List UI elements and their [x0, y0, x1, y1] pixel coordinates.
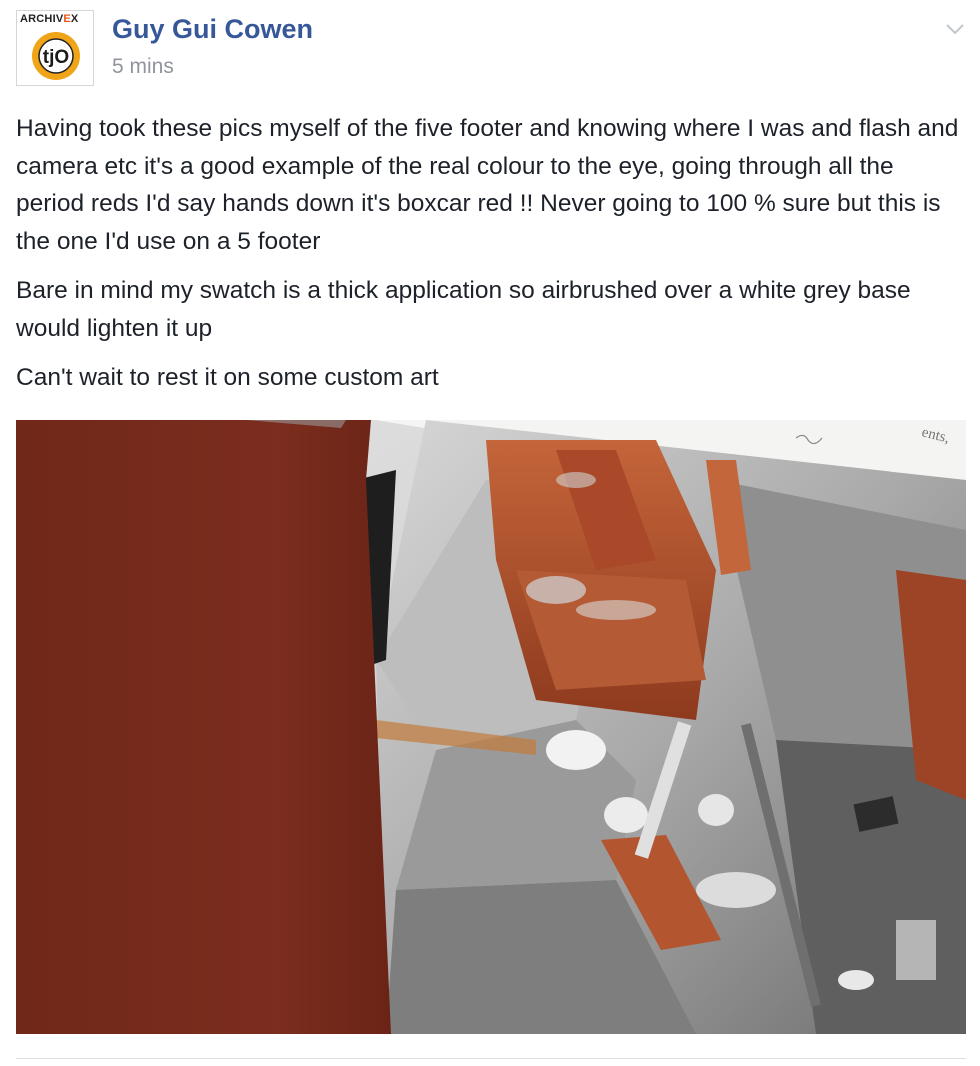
post-paragraph-3: Can't wait to rest it on some custom art: [16, 364, 439, 391]
chevron-down-icon[interactable]: [944, 18, 966, 40]
photo-illustration: ents,: [16, 420, 966, 1034]
post-paragraph-2: Bare in mind my swatch is a thick applic…: [16, 277, 911, 342]
tjo-logo-icon: tjO: [32, 32, 80, 80]
author-name[interactable]: Guy Gui Cowen: [112, 14, 313, 45]
post-body: Having took these pics myself of the fiv…: [16, 110, 966, 397]
avatar[interactable]: ARCHIVEX tjO: [16, 10, 94, 86]
post-photo[interactable]: ents,: [16, 420, 966, 1034]
post-card: ARCHIVEX tjO Guy Gui Cowen 5 mins Having…: [0, 0, 980, 1066]
post-divider: [16, 1058, 966, 1059]
post-header: ARCHIVEX tjO Guy Gui Cowen 5 mins: [16, 10, 966, 90]
post-paragraph-1: Having took these pics myself of the fiv…: [16, 115, 959, 255]
archivex-logo: ARCHIVEX: [20, 13, 79, 25]
post-timestamp[interactable]: 5 mins: [112, 55, 174, 79]
avatar-monogram: tjO: [43, 47, 69, 68]
